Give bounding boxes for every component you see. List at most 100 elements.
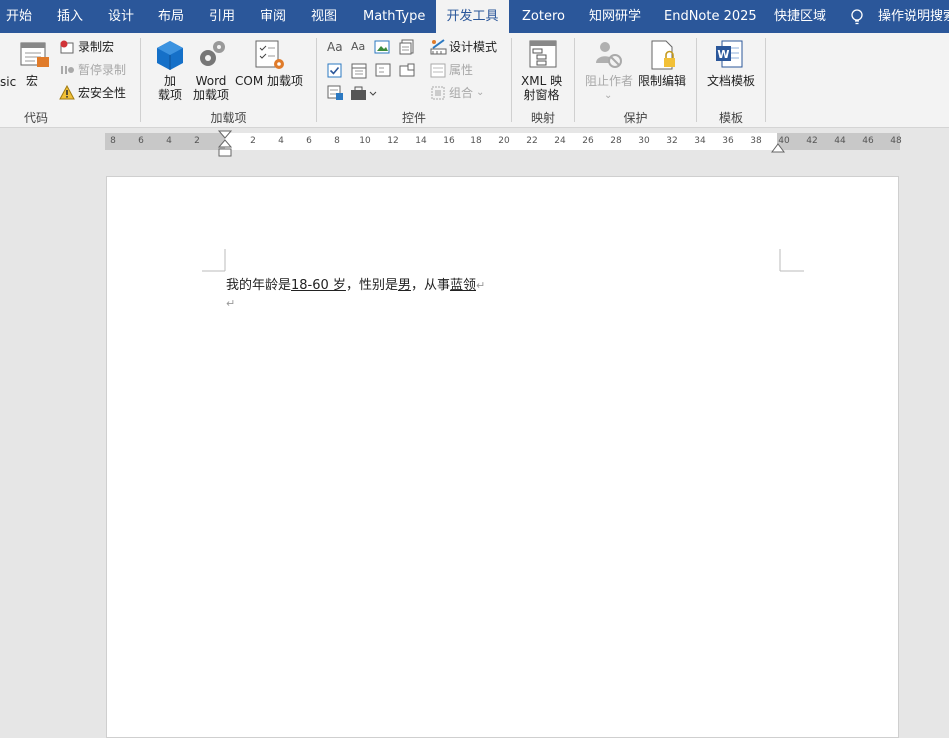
restrict-editing-button[interactable]: 限制编辑	[638, 74, 686, 88]
group-divider	[765, 38, 766, 122]
tab-view[interactable]: 视图	[311, 0, 337, 33]
macro-security-button[interactable]: 宏安全性	[78, 84, 126, 102]
document-template-button[interactable]: 文档模板	[707, 74, 755, 88]
com-addins-icon	[255, 40, 284, 69]
group-label-protect: 保护	[623, 111, 648, 125]
checkbox-control-icon[interactable]	[327, 63, 342, 78]
document-page[interactable]	[106, 176, 899, 738]
right-indent-marker-icon[interactable]	[771, 141, 785, 153]
macros-button[interactable]: 宏	[26, 74, 38, 88]
properties-button[interactable]: 属性	[449, 61, 473, 79]
word-addins-label-line2: 加载项	[193, 88, 230, 102]
ruler-tick: 20	[498, 136, 510, 146]
word-addins-button[interactable]: Word 加载项	[193, 74, 229, 102]
ruler-tick: 42	[806, 136, 818, 146]
picture-control-icon[interactable]	[374, 40, 390, 54]
dropdown-list-control-icon[interactable]	[375, 63, 391, 77]
ruler-tick: 26	[582, 136, 594, 146]
empty-paragraph[interactable]: ↵	[226, 296, 235, 311]
ruler-tick: 10	[359, 136, 371, 146]
legacy-tools-icon[interactable]	[350, 85, 378, 101]
properties-icon	[430, 63, 446, 78]
ruler-tick: 6	[306, 136, 312, 146]
tab-quick-area[interactable]: 快捷区域	[774, 0, 826, 33]
xml-mapping-pane-button[interactable]: XML 映 射窗格	[521, 74, 562, 102]
record-macro-button[interactable]: 录制宏	[78, 38, 114, 56]
ruler-tick: 14	[415, 136, 427, 146]
block-authors-chevron-icon[interactable]: ⌄	[604, 89, 612, 103]
word-document-template-icon: W	[716, 40, 743, 68]
tab-endnote[interactable]: EndNote 2025	[664, 0, 757, 33]
ruler-tick: 12	[387, 136, 399, 146]
macros-icon	[20, 42, 49, 67]
ruler-tick: 28	[610, 136, 622, 146]
age-field[interactable]: 18-60 岁	[291, 278, 346, 293]
ruler-tick: 16	[443, 136, 455, 146]
tab-zotero[interactable]: Zotero	[522, 0, 565, 33]
group-dropdown-chevron-icon[interactable]: ⌄	[476, 84, 484, 102]
developer-ribbon: sic 宏 录制宏 暂停录制 宏安全性 代码 加 载项 Word 加载项 COM…	[0, 33, 949, 128]
visual-basic-button[interactable]: sic	[0, 73, 16, 91]
tab-references[interactable]: 引用	[209, 0, 235, 33]
tab-developer[interactable]: 开发工具	[436, 0, 509, 33]
gender-field[interactable]: 男	[398, 278, 411, 293]
paragraph-text: ，性别是	[345, 278, 398, 293]
indent-markers-icon[interactable]	[218, 130, 232, 158]
ruler-tick: 4	[278, 136, 284, 146]
group-label-code: 代码	[23, 111, 48, 125]
ruler-tick: 46	[862, 136, 874, 146]
group-icon	[431, 86, 445, 100]
ruler-tick: 4	[166, 136, 172, 146]
document-paragraph[interactable]: 我的年龄是18-60 岁，性别是男，从事蓝领↵	[226, 274, 485, 293]
group-button[interactable]: 组合	[449, 84, 473, 102]
building-block-control-icon[interactable]	[399, 39, 415, 55]
tab-cnki[interactable]: 知网研学	[589, 0, 641, 33]
combo-box-control-icon[interactable]	[351, 63, 367, 79]
tab-mathtype[interactable]: MathType	[363, 0, 425, 33]
ruler-tick: 2	[194, 136, 200, 146]
tell-me-search[interactable]: 操作说明搜索	[878, 0, 949, 33]
warning-icon	[59, 85, 75, 100]
pause-recording-icon	[61, 66, 74, 74]
ruler-tick: 32	[666, 136, 678, 146]
word-addins-label-line1: Word	[195, 74, 227, 88]
tab-insert[interactable]: 插入	[57, 0, 83, 33]
margin-corner-mark-icon	[779, 249, 804, 272]
tab-design[interactable]: 设计	[108, 0, 134, 33]
record-macro-icon	[60, 40, 74, 54]
ruler-tick: 34	[694, 136, 706, 146]
xml-mapping-pane-icon	[529, 40, 557, 68]
ribbon-tab-bar: 开始 插入 设计 布局 引用 审阅 视图 MathType 开发工具 Zoter…	[0, 0, 949, 33]
ruler-tick: 8	[334, 136, 340, 146]
group-label-controls: 控件	[401, 111, 426, 125]
ruler-tick: 38	[750, 136, 762, 146]
tab-home[interactable]: 开始	[6, 0, 32, 33]
date-picker-control-icon[interactable]	[399, 63, 415, 77]
addins-button[interactable]: 加 载项	[158, 74, 182, 102]
ruler-tick: 22	[526, 136, 538, 146]
svg-text:W: W	[717, 48, 729, 61]
addins-label-line2: 载项	[158, 88, 183, 102]
pause-recording-button[interactable]: 暂停录制	[78, 61, 126, 79]
rich-text-control-icon[interactable]: Aa	[327, 38, 343, 56]
paragraph-mark-icon: ↵	[226, 297, 236, 310]
margin-corner-mark-icon	[202, 249, 226, 272]
repeating-section-control-icon[interactable]	[327, 85, 345, 101]
block-authors-button[interactable]: 阻止作者	[585, 74, 633, 88]
occupation-field[interactable]: 蓝领	[450, 278, 476, 293]
ruler-tick: 18	[470, 136, 482, 146]
restrict-editing-icon	[651, 40, 675, 70]
plain-text-control-icon[interactable]: Aa	[351, 38, 365, 56]
com-addins-button[interactable]: COM 加载项	[235, 74, 303, 88]
paragraph-text: ，从事	[410, 278, 450, 293]
addins-label-line1: 加	[163, 74, 176, 88]
tab-layout[interactable]: 布局	[158, 0, 184, 33]
ruler-tick: 48	[890, 136, 902, 146]
paragraph-mark-icon: ↵	[476, 279, 486, 292]
lightbulb-icon	[851, 9, 863, 25]
design-mode-button[interactable]: 设计模式	[449, 38, 497, 56]
ruler-tick: 24	[554, 136, 566, 146]
tab-review[interactable]: 审阅	[260, 0, 286, 33]
ruler-tick: 36	[722, 136, 734, 146]
group-label-mapping: 映射	[530, 111, 555, 125]
